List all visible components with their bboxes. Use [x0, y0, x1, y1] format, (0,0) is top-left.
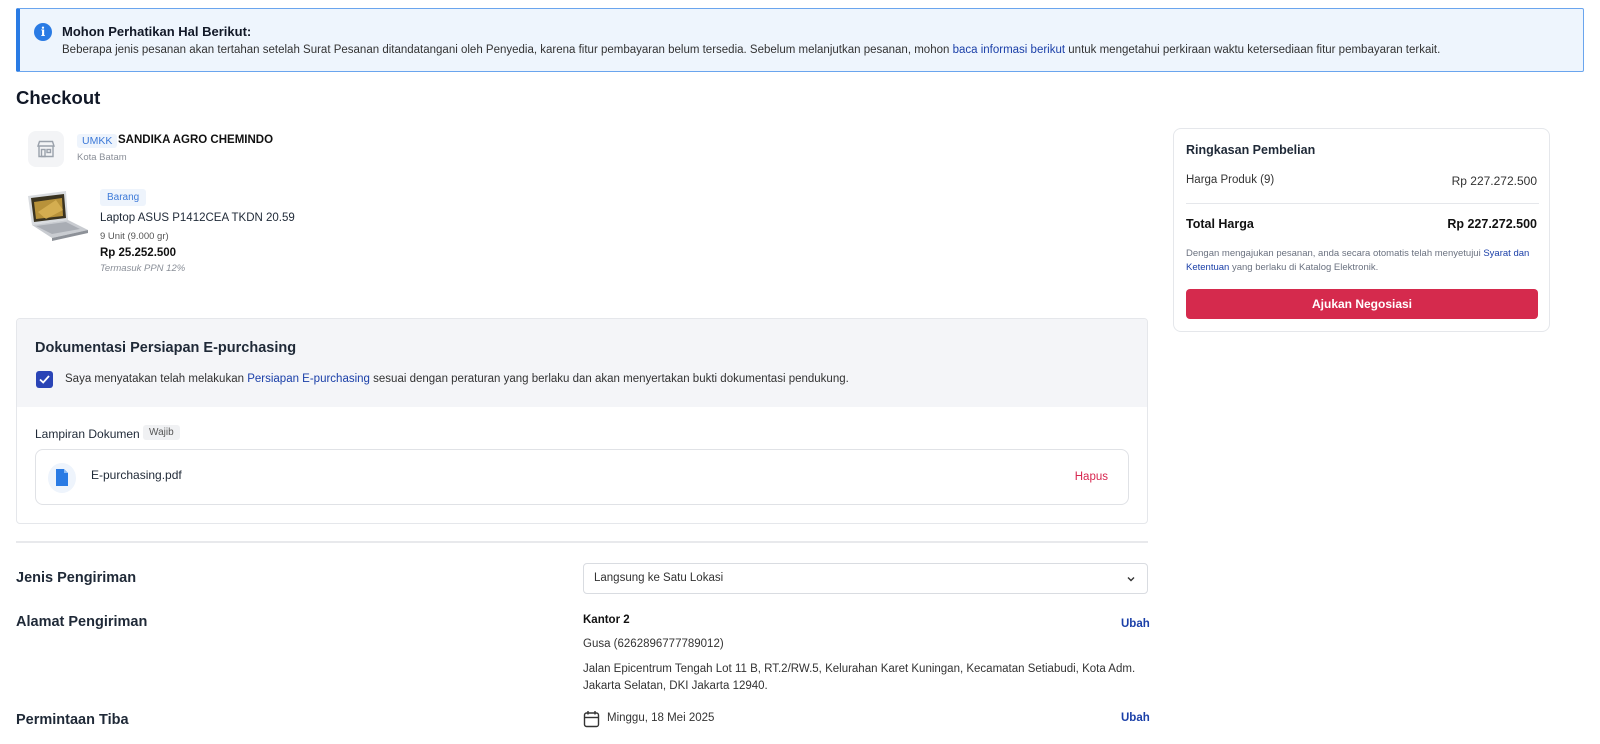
page-title: Checkout: [16, 87, 101, 108]
info-icon: i: [34, 23, 52, 41]
shipping-type-value: Langsung ke Satu Lokasi: [594, 572, 724, 584]
product-quantity: 9 Unit (9.000 gr): [100, 231, 169, 242]
umkk-badge: UMKK: [77, 134, 118, 148]
documentation-header: Dokumentasi Persiapan E-purchasing Saya …: [17, 319, 1147, 407]
total-price-label: Total Harga: [1186, 217, 1254, 231]
documentation-card: Dokumentasi Persiapan E-purchasing Saya …: [16, 318, 1148, 524]
arrival-request-label: Permintaan Tiba: [16, 712, 129, 728]
summary-title: Ringkasan Pembelian: [1186, 143, 1316, 157]
agreement-text: Saya menyatakan telah melakukan Persiapa…: [65, 373, 849, 385]
submit-negotiation-button[interactable]: Ajukan Negosiasi: [1186, 289, 1538, 319]
product-price-value: Rp 227.272.500: [1451, 174, 1537, 188]
arrival-date: Minggu, 18 Mei 2025: [607, 712, 715, 724]
product-type-badge: Barang: [100, 189, 147, 206]
chevron-down-icon: [1127, 577, 1135, 582]
product-price: Rp 25.252.500: [100, 247, 177, 259]
required-badge: Wajib: [143, 425, 180, 440]
product-tax-note: Termasuk PPN 12%: [100, 263, 186, 274]
banner-title: Mohon Perhatikan Hal Berikut:: [62, 24, 252, 39]
persiapan-link[interactable]: Persiapan E-purchasing: [247, 373, 370, 385]
shipping-type-label: Jenis Pengiriman: [16, 570, 137, 586]
store-icon: [28, 131, 64, 167]
shipping-address-label: Alamat Pengiriman: [16, 614, 148, 630]
calendar-icon: [583, 711, 600, 728]
product-image[interactable]: [26, 190, 90, 244]
file-name[interactable]: E-purchasing.pdf: [91, 468, 182, 482]
agreement-checkbox[interactable]: [36, 371, 53, 388]
info-banner: i Mohon Perhatikan Hal Berikut: Beberapa…: [16, 8, 1584, 72]
product-price-label: Harga Produk (9): [1186, 174, 1275, 186]
section-divider: [16, 541, 1148, 543]
purchase-summary-card: Ringkasan Pembelian Harga Produk (9) Rp …: [1173, 128, 1550, 332]
delete-file-button[interactable]: Hapus: [1075, 471, 1108, 483]
terms-text: Dengan mengajukan pesanan, anda secara o…: [1186, 248, 1530, 273]
total-price-value: Rp 227.272.500: [1447, 217, 1537, 231]
documentation-title: Dokumentasi Persiapan E-purchasing: [35, 340, 297, 356]
shipping-type-select[interactable]: Langsung ke Satu Lokasi: [583, 563, 1148, 594]
store-city: Kota Batam: [77, 152, 127, 163]
address-street: Jalan Epicentrum Tengah Lot 11 B, RT.2/R…: [583, 663, 1136, 692]
file-icon: [48, 463, 76, 493]
product-name[interactable]: Laptop ASUS P1412CEA TKDN 20.59: [100, 212, 295, 224]
change-address-button[interactable]: Ubah: [1121, 618, 1150, 630]
address-contact: Gusa (6262896777789012): [583, 638, 724, 650]
attached-file: E-purchasing.pdf Hapus: [35, 449, 1129, 505]
address-title: Kantor 2: [583, 614, 630, 626]
banner-info-link[interactable]: baca informasi berikut: [953, 44, 1066, 56]
store-name[interactable]: SANDIKA AGRO CHEMINDO: [118, 134, 273, 146]
summary-divider: [1186, 203, 1539, 204]
change-date-button[interactable]: Ubah: [1121, 712, 1150, 724]
banner-text: Beberapa jenis pesanan akan tertahan set…: [62, 44, 1441, 56]
attachment-label: Lampiran Dokumen: [35, 427, 140, 441]
